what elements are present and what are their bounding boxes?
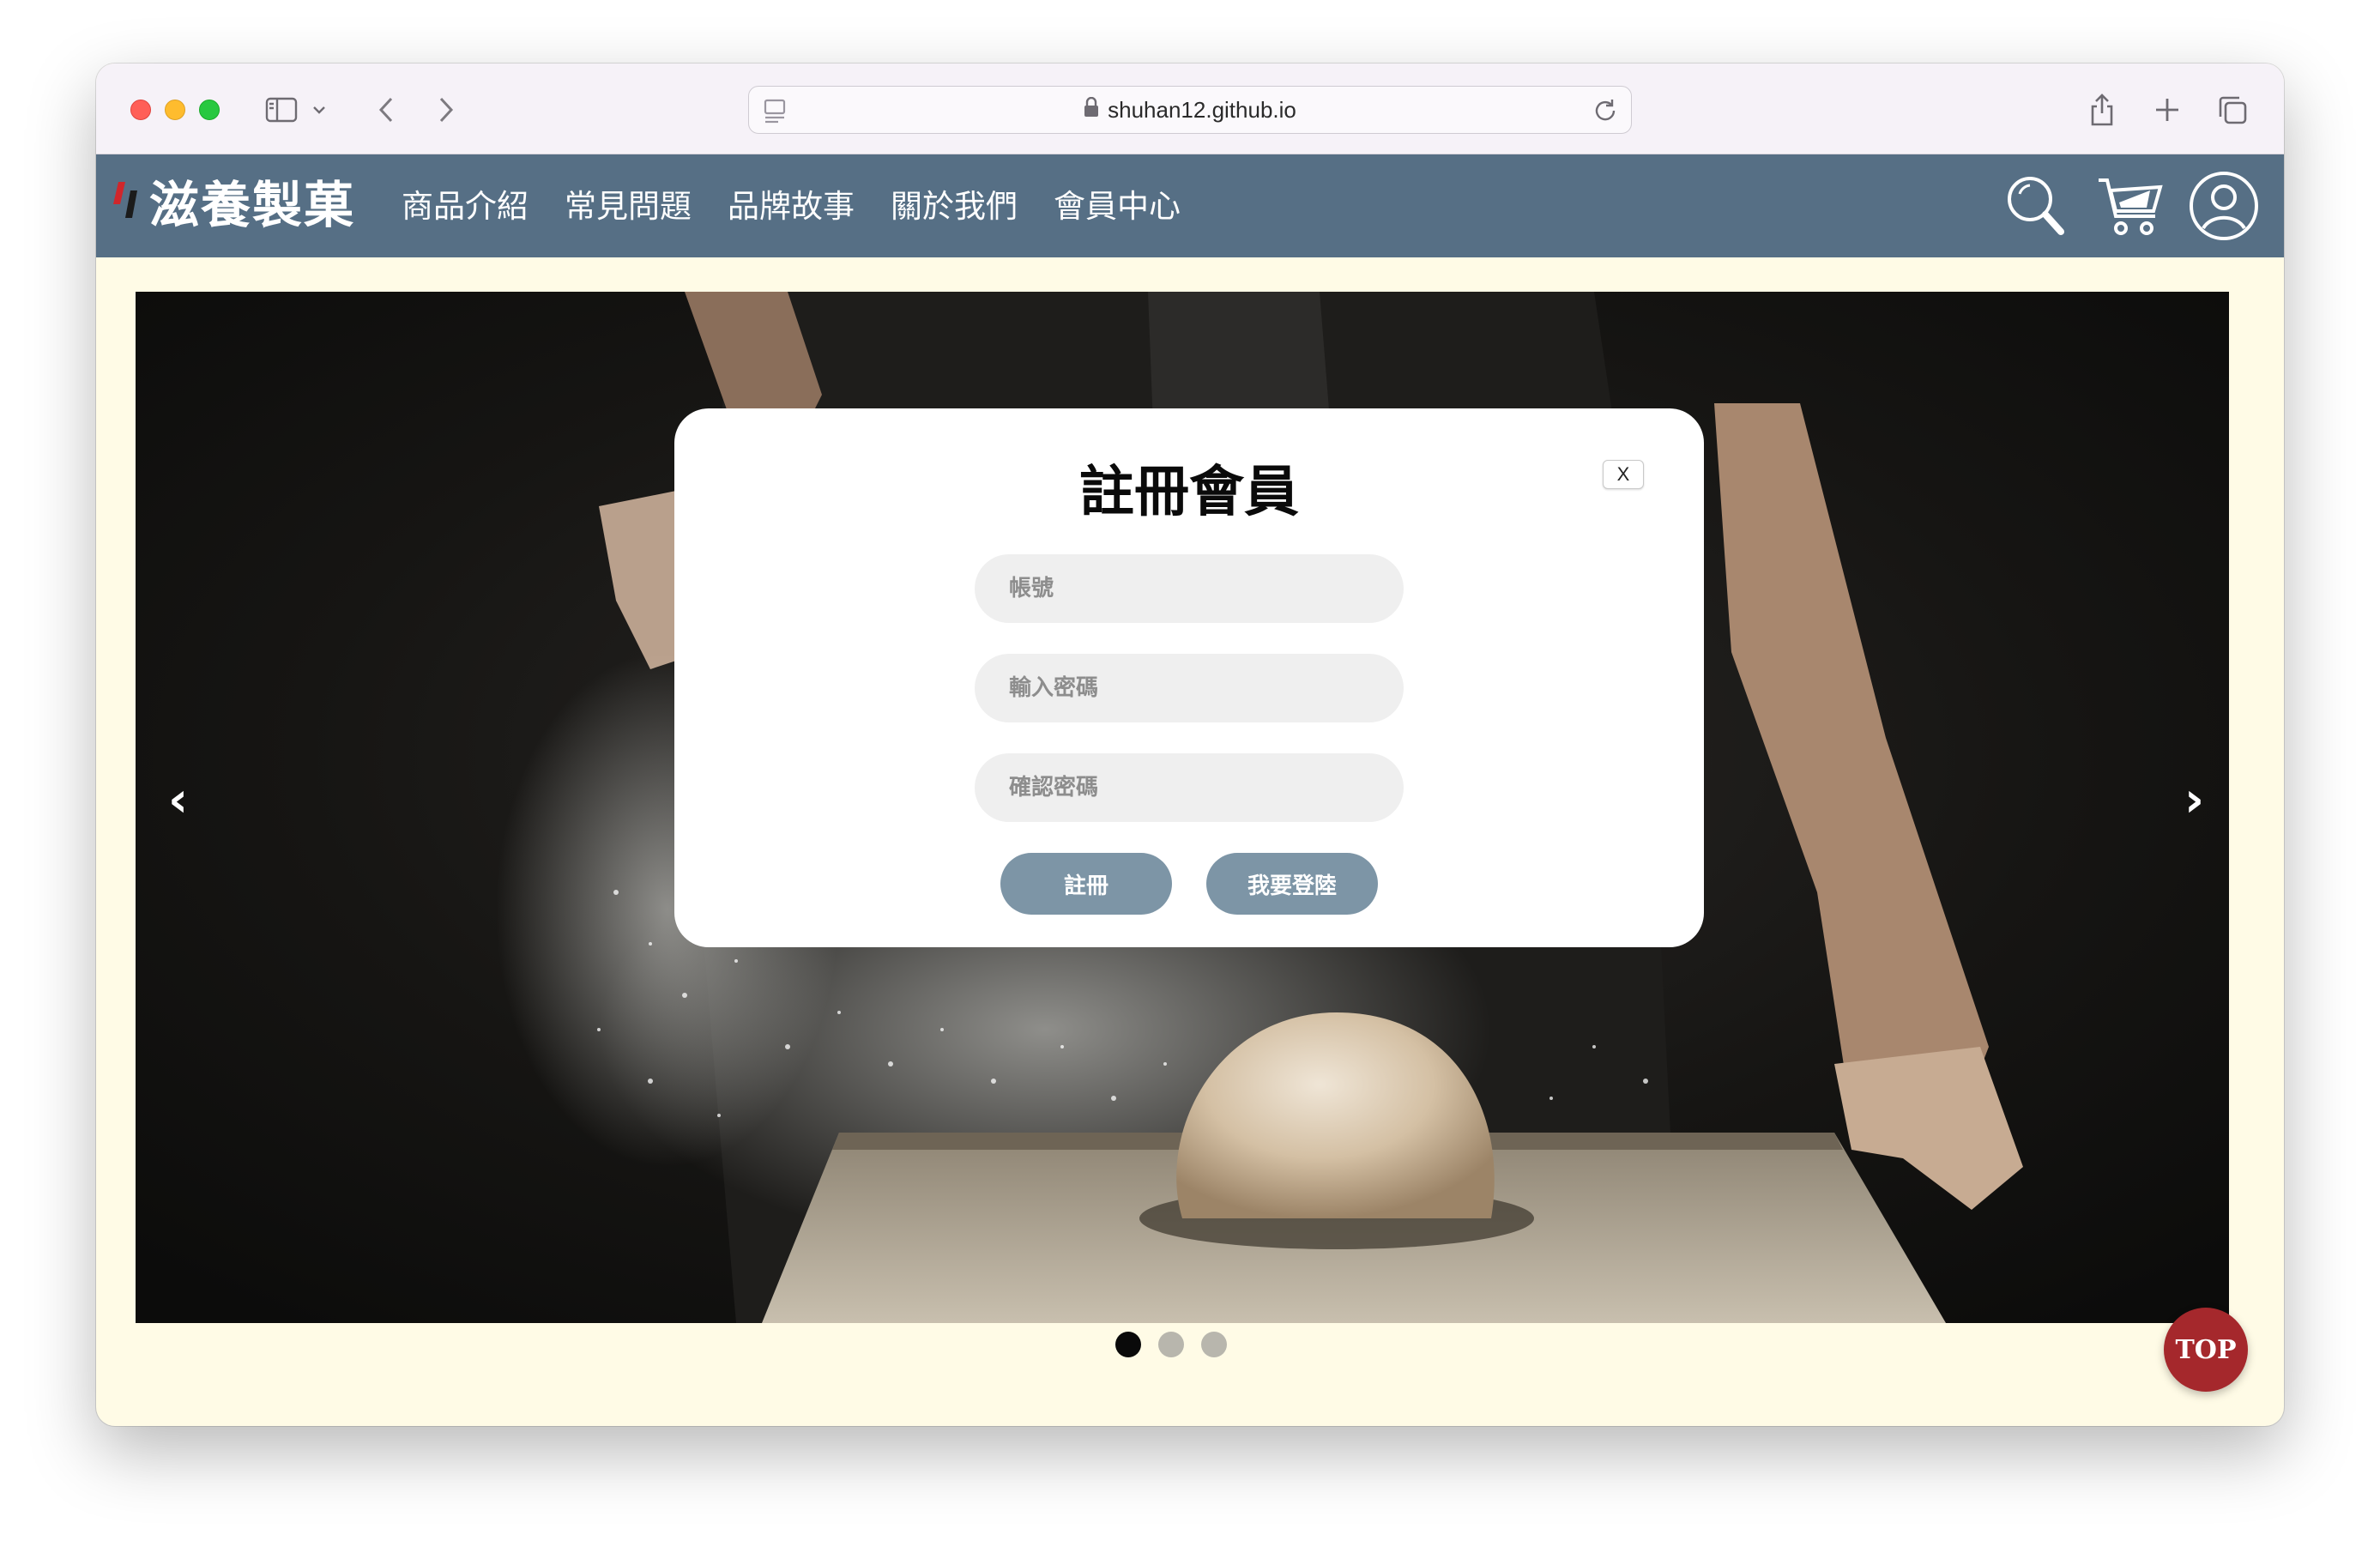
password-input[interactable] [975, 654, 1404, 722]
register-button[interactable]: 註冊 [1000, 853, 1172, 915]
tab-overview-icon[interactable] [2215, 93, 2250, 127]
go-to-login-button[interactable]: 我要登陸 [1206, 853, 1378, 915]
share-icon[interactable] [2085, 93, 2119, 127]
nav-about-us[interactable]: 關於我們 [891, 180, 1018, 227]
page-icon [764, 99, 786, 124]
user-profile-icon[interactable] [2188, 170, 2260, 242]
logo-text: 滋養製菓 [149, 176, 356, 234]
carousel-dot-1[interactable] [1115, 1332, 1141, 1357]
site-logo[interactable]: 滋養製菓 [112, 166, 355, 235]
account-input[interactable] [975, 554, 1404, 623]
back-to-top-button[interactable]: TOP [2164, 1308, 2248, 1392]
main-nav: 商品介紹 常見問題 品牌故事 關於我們 會員中心 [402, 180, 1181, 227]
carousel-prev-button[interactable]: ‹ [168, 772, 188, 828]
carousel-next-button[interactable]: › [2184, 772, 2204, 828]
confirm-password-input[interactable] [975, 753, 1404, 822]
cart-icon[interactable] [2093, 170, 2166, 242]
logo-mark-icon [113, 182, 137, 218]
browser-window: shuhan12.github.io 滋養製菓 商品介紹 常見問題 品牌故事 關… [96, 63, 2284, 1426]
nav-faq[interactable]: 常見問題 [565, 180, 692, 227]
browser-toolbar: shuhan12.github.io [96, 63, 2284, 154]
modal-title: 註冊會員 [1079, 460, 1299, 524]
reload-icon[interactable] [1592, 97, 1619, 124]
register-modal: 註冊會員 X 註冊 我要登陸 [674, 408, 1704, 947]
site-header: 滋養製菓 商品介紹 常見問題 品牌故事 關於我們 會員中心 [96, 154, 2284, 257]
carousel-indicators [1115, 1332, 1227, 1357]
back-icon[interactable] [369, 93, 403, 127]
forward-icon[interactable] [429, 93, 463, 127]
nav-products[interactable]: 商品介紹 [402, 180, 529, 227]
search-icon[interactable] [2001, 170, 2073, 242]
nav-brand-story[interactable]: 品牌故事 [728, 180, 855, 227]
sidebar-toggle-icon[interactable] [264, 93, 299, 127]
url-text: shuhan12.github.io [1108, 96, 1296, 123]
chevron-down-icon[interactable] [309, 93, 329, 127]
new-tab-icon[interactable] [2150, 93, 2184, 127]
lock-icon [1084, 96, 1099, 124]
screen: shuhan12.github.io 滋養製菓 商品介紹 常見問題 品牌故事 關… [0, 0, 2380, 1553]
carousel-dot-3[interactable] [1201, 1332, 1227, 1357]
close-window-button[interactable] [130, 100, 151, 120]
address-bar[interactable]: shuhan12.github.io [748, 86, 1632, 134]
zoom-window-button[interactable] [199, 100, 220, 120]
modal-close-button[interactable]: X [1603, 460, 1644, 489]
nav-member-center[interactable]: 會員中心 [1054, 180, 1181, 227]
carousel-dot-2[interactable] [1158, 1332, 1184, 1357]
minimize-window-button[interactable] [165, 100, 185, 120]
